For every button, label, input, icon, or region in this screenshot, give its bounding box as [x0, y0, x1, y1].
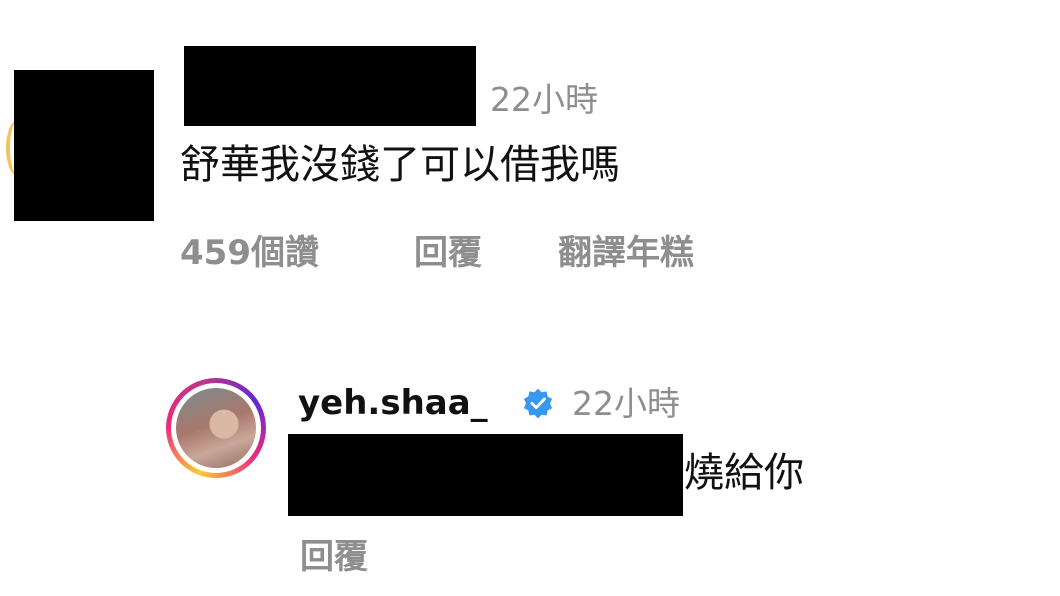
comment-timestamp: 22小時 [490, 80, 598, 119]
redacted-username [184, 46, 476, 126]
reply-timestamp: 22小時 [572, 384, 680, 423]
reply-reply-button[interactable]: 回覆 [300, 536, 368, 578]
redacted-avatar [14, 70, 154, 221]
reply-username[interactable]: yeh.shaa_ [298, 382, 488, 424]
redacted-reply-text [288, 434, 683, 516]
reply-text: 燒給你 [684, 450, 804, 496]
comment-text: 舒華我沒錢了可以借我嗎 [180, 142, 620, 188]
translate-button[interactable]: 翻譯年糕 [558, 232, 694, 274]
verified-badge-icon [523, 388, 553, 419]
avatar-frame [171, 383, 261, 473]
like-count[interactable]: 459個讚 [180, 232, 319, 274]
avatar[interactable] [166, 378, 266, 478]
avatar-photo [176, 388, 256, 468]
reply-button[interactable]: 回覆 [414, 232, 482, 274]
